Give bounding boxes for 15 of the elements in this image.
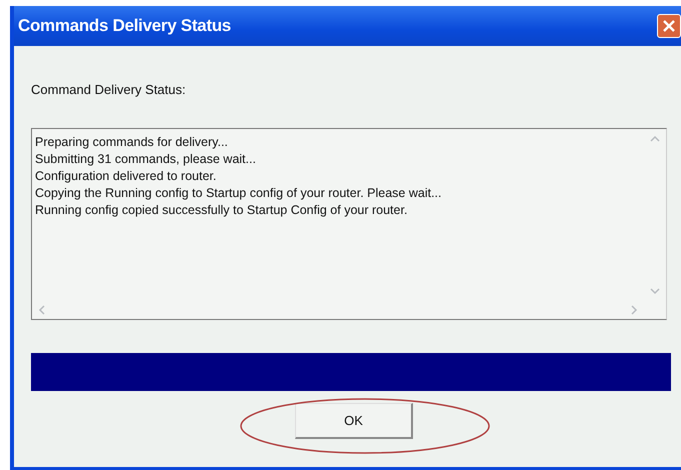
log-line: Running config copied successfully to Startup Config of your router. [35, 202, 408, 219]
log-line: Copying the Running config to Startup config of your router. Please wait... [35, 185, 442, 202]
ok-button[interactable]: OK [295, 403, 413, 439]
log-textarea[interactable] [31, 128, 667, 320]
window-title: Commands Delivery Status [18, 16, 231, 36]
close-icon [662, 19, 676, 33]
scroll-up-icon [649, 135, 661, 143]
scroll-left-icon [38, 304, 46, 316]
log-line: Preparing commands for delivery... [35, 134, 229, 151]
log-line: Configuration delivered to router. [35, 168, 218, 185]
status-label: Command Delivery Status: [31, 82, 187, 97]
close-button[interactable] [657, 14, 681, 38]
scroll-right-icon [630, 304, 638, 316]
scroll-down-icon [649, 287, 661, 295]
log-line: Submitting 31 commands, please wait... [35, 151, 257, 168]
